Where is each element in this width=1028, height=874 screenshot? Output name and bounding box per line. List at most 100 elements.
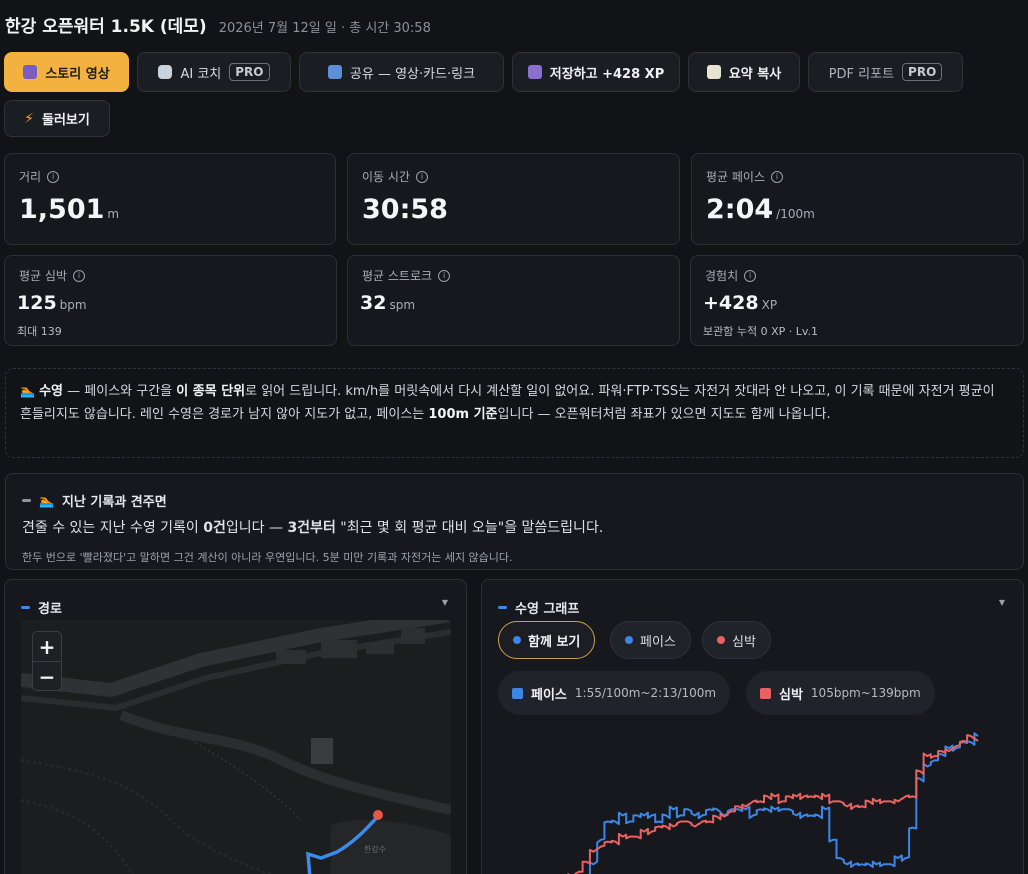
chevron-down-icon[interactable]: ▼: [442, 598, 448, 607]
stat-unit: XP: [761, 298, 778, 312]
swimmer-icon: 🏊: [39, 493, 54, 508]
save-xp-label: 저장하고 +428 XP: [549, 66, 665, 82]
dot-icon: [513, 636, 521, 644]
stat-label: 경험치: [705, 269, 739, 283]
stat-label: 평균 페이스: [706, 170, 766, 184]
stat-value: 125: [17, 292, 57, 314]
story-video-label: 스토리 영상: [45, 66, 110, 82]
tab-heart-rate[interactable]: 심박: [702, 621, 771, 659]
copy-summary-label: 요약 복사: [728, 66, 782, 82]
tab-pace[interactable]: 페이스: [610, 621, 691, 659]
stat-card-moving-time: 이동 시간 i 30:58: [347, 153, 680, 245]
save-xp-button[interactable]: 저장하고 +428 XP: [512, 52, 680, 92]
stat-label: 평균 스트로크: [362, 269, 433, 283]
stat-card-xp: 경험치 i +428 XP 보관함 누적 0 XP · Lv.1: [690, 255, 1024, 346]
robot-icon: [158, 65, 173, 79]
copy-summary-button[interactable]: 요약 복사: [688, 52, 800, 92]
stat-unit: m: [107, 207, 120, 221]
stat-card-avg-pace: 평균 페이스 i 2:04/100m: [691, 153, 1024, 245]
legend-swatch: [760, 687, 771, 699]
page-header: 한강 오픈워터 1.5K (데모) 2026년 7월 12일 일 · 총 시간 …: [5, 12, 431, 37]
stat-sub: 보관함 누적 0 XP · Lv.1: [703, 325, 819, 338]
stat-sub: 최대 139: [17, 325, 62, 338]
route-map[interactable]: 한강수 + −: [21, 620, 451, 874]
pdf-report-button[interactable]: PDF 리포트 PRO: [808, 52, 963, 92]
browse-label: 둘러보기: [42, 113, 90, 128]
history-message: 견줄 수 있는 지난 수영 기록이 0건입니다 — 3건부터 "최근 몇 회 평…: [22, 520, 604, 536]
stat-value: 1,501: [19, 194, 105, 225]
clipboard-icon: [706, 65, 721, 79]
floppy-disk-icon: [527, 65, 542, 79]
stat-value: +428: [703, 292, 759, 314]
route-title: 경로: [38, 602, 62, 617]
legend-swatch: [512, 687, 523, 699]
info-icon[interactable]: i: [72, 269, 85, 282]
stat-card-avg-hr: 평균 심박 i 125 bpm 최대 139: [4, 255, 337, 346]
share-button[interactable]: 공유 — 영상·카드·링크: [299, 52, 504, 92]
page-subtitle: 2026년 7월 12일 일 · 총 시간 30:58: [218, 21, 431, 36]
info-icon[interactable]: i: [438, 269, 451, 282]
browse-button[interactable]: ⚡ 둘러보기: [4, 100, 110, 137]
map-place-label: 한강수: [364, 844, 386, 854]
stat-value: 30:58: [362, 194, 448, 225]
swim-chart[interactable]: [482, 722, 1025, 874]
page-title: 한강 오픈워터 1.5K (데모): [5, 17, 207, 37]
info-icon[interactable]: i: [771, 170, 784, 183]
swim-info-note: 🏊 수영 — 페이스와 구간을 이 종목 단위로 읽어 드립니다. km/h를 …: [5, 368, 1024, 458]
collapse-icon: [22, 499, 31, 502]
note-text: 입니다 — 오픈워터처럼 좌표가 있으면 지도도 함께 나옵니다.: [497, 406, 831, 422]
legend-pace[interactable]: 페이스 1:55/100m~2:13/100m: [498, 671, 731, 715]
dot-icon: [717, 636, 725, 644]
swimmer-icon: 🏊: [20, 384, 35, 398]
stat-value: 2:04: [706, 194, 774, 225]
note-emphasis: 이 종목 단위: [176, 384, 246, 399]
lightning-icon: ⚡: [24, 110, 34, 127]
stat-label: 이동 시간: [362, 170, 410, 184]
map-canvas: 한강수: [21, 620, 451, 874]
history-title: 지난 기록과 견주면: [61, 495, 167, 510]
stat-card-avg-stroke: 평균 스트로크 i 32 spm: [347, 255, 680, 346]
route-start-marker: [373, 810, 383, 820]
outbox-icon: [327, 65, 342, 79]
info-icon[interactable]: i: [744, 269, 757, 282]
stat-value: 32: [360, 292, 387, 314]
pro-badge: PRO: [229, 63, 270, 81]
graph-title: 수영 그래프: [515, 602, 580, 617]
stat-card-distance: 거리 i 1,501 m: [4, 153, 336, 245]
film-icon: [23, 65, 38, 79]
info-icon[interactable]: i: [415, 170, 428, 183]
dot-icon: [625, 636, 633, 644]
heart-rate-series-line: [567, 734, 979, 874]
pdf-report-label: PDF 리포트: [828, 66, 895, 82]
route-card: 경로 ▼ 한강수 + −: [4, 579, 467, 874]
note-text: — 페이스와 구간을: [63, 384, 177, 399]
share-label: 공유 — 영상·카드·링크: [349, 66, 476, 82]
stat-unit: /100m: [776, 207, 815, 221]
stat-unit: spm: [389, 298, 416, 312]
pro-badge: PRO: [902, 63, 943, 81]
chevron-down-icon[interactable]: ▼: [999, 598, 1005, 607]
zoom-out-button[interactable]: −: [33, 662, 61, 691]
zoom-in-button[interactable]: +: [33, 632, 61, 662]
info-icon[interactable]: i: [47, 170, 60, 183]
note-sport: 수영: [39, 384, 64, 399]
graph-header[interactable]: 수영 그래프: [498, 598, 579, 617]
stat-label: 평균 심박: [19, 269, 67, 283]
tab-combined[interactable]: 함께 보기: [498, 621, 596, 659]
story-video-button[interactable]: 스토리 영상: [4, 52, 129, 92]
zoom-controls: + −: [32, 631, 62, 691]
collapse-icon: [21, 606, 30, 609]
ai-coach-button[interactable]: AI 코치 PRO: [137, 52, 291, 92]
history-footnote: 한두 번으로 '빨라졌다'고 말하면 그건 계산이 아니라 우연입니다. 5분 …: [22, 551, 513, 564]
stat-unit: bpm: [59, 298, 87, 312]
note-emphasis: 100m 기준: [428, 406, 498, 422]
collapse-icon: [498, 606, 507, 609]
ai-coach-label: AI 코치: [180, 66, 222, 82]
legend-heart-rate[interactable]: 심박 105bpm~139bpm: [746, 671, 935, 715]
route-header[interactable]: 경로: [21, 598, 62, 617]
history-comparison-card: 🏊 지난 기록과 견주면 견줄 수 있는 지난 수영 기록이 0건입니다 — 3…: [5, 473, 1024, 570]
swim-graph-card: 수영 그래프 ▼ 함께 보기 페이스 심박 페이스 1:55/100m~2:13…: [481, 579, 1024, 874]
pace-series-line: [588, 732, 979, 874]
stat-label: 거리: [19, 170, 42, 184]
history-header[interactable]: 🏊 지난 기록과 견주면: [22, 491, 167, 510]
